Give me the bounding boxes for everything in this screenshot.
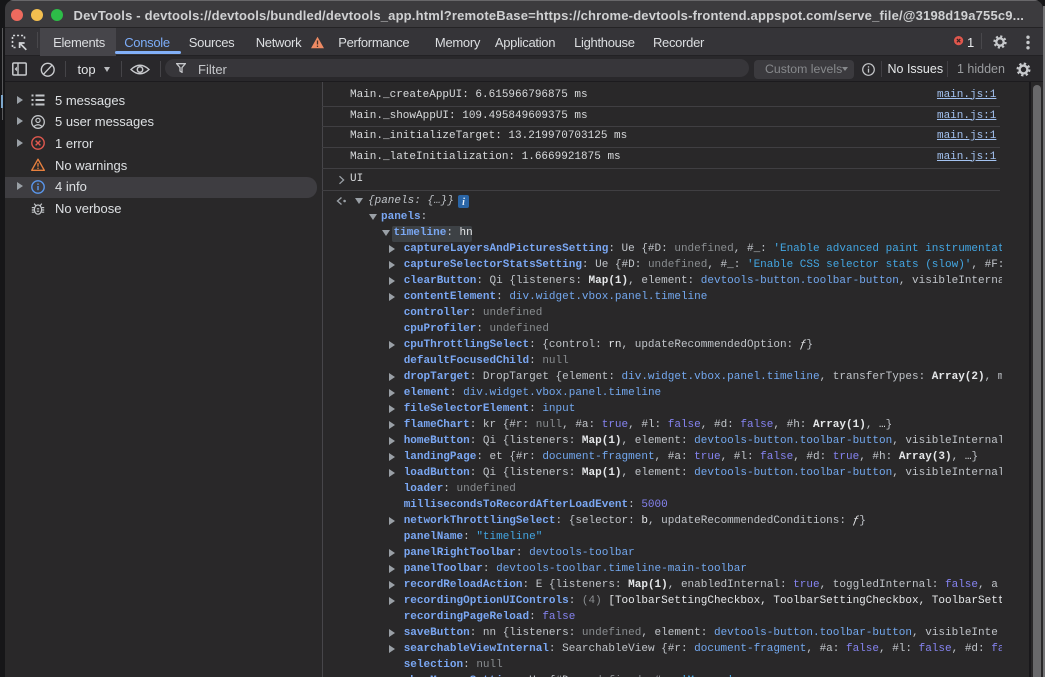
svg-text:i: i (462, 197, 465, 208)
